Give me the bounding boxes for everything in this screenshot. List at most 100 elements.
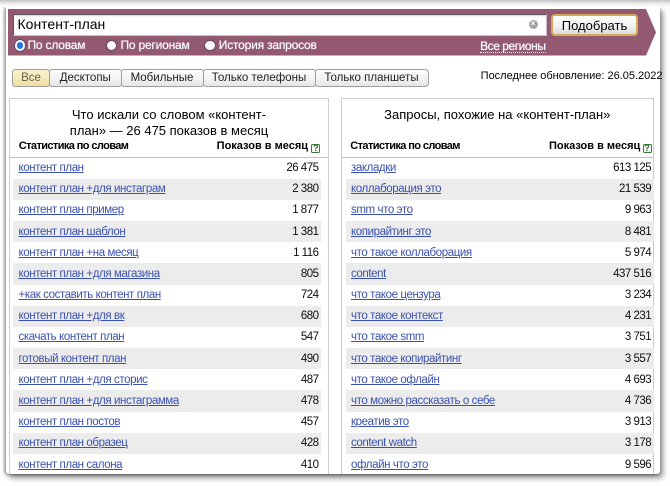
table-row: что такое цензура 3 234 (346, 285, 654, 306)
keyword-link[interactable]: что такое цензура (346, 289, 441, 301)
impressions-count: 2 380 (292, 183, 321, 195)
table-row: контент план пример 1 877 (13, 200, 321, 221)
radio-query-history[interactable] (205, 41, 215, 51)
keyword-link[interactable]: контент план +для инстаграмма (13, 395, 179, 407)
search-input[interactable] (13, 14, 548, 36)
table-row: +как составить контент план724 (13, 285, 321, 306)
search-header-bar: × Подобрать По словам По регионам Истори… (8, 9, 656, 56)
table-row: закладки 613 125 (346, 157, 654, 178)
table-row: что такое офлайн4 693 (346, 369, 654, 390)
impressions-count: 9 596 (625, 459, 654, 471)
column-header-keywords: Статистика по словам (350, 140, 460, 152)
keyword-table: закладки 613 125 коллаборация это 21 539 smm… (346, 157, 654, 474)
help-icon[interactable]: ? (643, 144, 652, 153)
all-regions-link[interactable]: Все регионы (480, 40, 545, 53)
keyword-link[interactable]: контент план +для сторис (13, 374, 147, 386)
impressions-count: 437 516 (613, 268, 654, 280)
column-header-impressions: Показов в месяц (549, 140, 640, 152)
search-mode-radios: По словам По регионам История запросов В… (8, 39, 656, 55)
radio-by-words[interactable] (15, 40, 26, 51)
keyword-link[interactable]: закладки (346, 162, 396, 174)
impressions-count: 3 178 (625, 437, 654, 449)
table-row: контент план салона 410 (13, 454, 321, 474)
keyword-link[interactable]: офлайн что это (346, 459, 428, 471)
tab-мобильные[interactable]: Мобильные (121, 69, 204, 87)
table-row: что такое контекст4 231 (346, 306, 654, 327)
keyword-link[interactable]: что такое smm (346, 331, 425, 343)
keyword-link[interactable]: что можно рассказать о себе (346, 395, 495, 407)
impressions-count: 1 381 (292, 226, 321, 238)
keyword-link[interactable]: контент план +для инстаграм (13, 183, 165, 195)
keyword-link[interactable]: контент план постов (13, 416, 120, 428)
table-row: контент план образец 428 (13, 433, 321, 454)
keyword-link[interactable]: контент план шаблон (13, 226, 125, 238)
table-row: контент план +для вк680 (13, 306, 321, 327)
radio-by-regions-label[interactable]: По регионам (121, 39, 190, 51)
table-row: контент план +на месяц 1 116 (13, 242, 321, 263)
keyword-link[interactable]: контент план образец (13, 437, 127, 449)
table-row: готовый контент план490 (13, 348, 321, 369)
keyword-link[interactable]: content (346, 268, 386, 280)
keyword-link[interactable]: контент план +для вк (13, 310, 124, 322)
impressions-count: 805 (301, 268, 321, 280)
keyword-link[interactable]: копирайтинг это (346, 226, 432, 238)
keyword-link[interactable]: content watch (346, 437, 417, 449)
impressions-count: 428 (301, 437, 321, 449)
impressions-count: 457 (301, 416, 321, 428)
table-row: контент план шаблон 1 381 (13, 221, 321, 242)
table-row: smm что это9 963 (346, 200, 654, 221)
panel-similar-queries: Запросы, похожие на «контент-план» Стати… (341, 98, 655, 474)
keyword-link[interactable]: контент план (13, 162, 84, 174)
impressions-count: 1 116 (293, 247, 321, 259)
keyword-link[interactable]: что такое копирайтинг (346, 353, 462, 365)
keyword-link[interactable]: что такое контекст (346, 310, 443, 322)
impressions-count: 3 234 (625, 289, 654, 301)
keyword-link[interactable]: коллаборация это (346, 183, 442, 195)
impressions-count: 4 736 (625, 395, 654, 407)
table-header: Статистика по словам Показов в месяц ? (342, 139, 654, 155)
impressions-count: 487 (301, 374, 321, 386)
panel-title: Запросы, похожие на «контент-план» (342, 107, 654, 123)
column-header-keywords: Статистика по словам (19, 140, 129, 152)
radio-by-words-label[interactable]: По словам (28, 39, 86, 51)
radio-query-history-label[interactable]: История запросов (219, 39, 317, 51)
radio-by-regions[interactable] (107, 41, 117, 51)
keyword-link[interactable]: креатив это (346, 416, 409, 428)
keyword-link[interactable]: +как составить контент план (13, 289, 161, 301)
table-header: Статистика по словам Показов в месяц ? (10, 139, 328, 155)
keyword-link[interactable]: что такое коллаборация (346, 247, 472, 259)
table-row: что такое копирайтинг3 557 (346, 348, 654, 369)
keyword-link[interactable]: что такое офлайн (346, 374, 440, 386)
tab-только-телефоны[interactable]: Только телефоны (203, 69, 316, 87)
keyword-link[interactable]: контент план пример (13, 204, 124, 216)
impressions-count: 8 481 (625, 226, 654, 238)
tab-все[interactable]: Все (12, 69, 50, 87)
table-row: офлайн что это 9 596 (346, 454, 654, 474)
impressions-count: 478 (301, 395, 321, 407)
panel-title: Что искали со словом «контент-план» — 26… (10, 107, 328, 139)
last-update-label: Последнее обновление: 26.05.2022 (363, 70, 663, 82)
table-row: контент план +для магазина 805 (13, 263, 321, 284)
impressions-count: 410 (301, 459, 321, 471)
help-icon[interactable]: ? (311, 144, 320, 153)
table-row: что такое smm3 751 (346, 327, 654, 348)
keyword-link[interactable]: готовый контент план (13, 353, 126, 365)
tab-десктопы[interactable]: Десктопы (49, 69, 122, 87)
keyword-link[interactable]: контент план салона (13, 459, 122, 471)
impressions-count: 21 539 (619, 183, 654, 195)
table-row: что такое коллаборация5 974 (346, 242, 654, 263)
impressions-count: 547 (301, 331, 321, 343)
impressions-count: 613 125 (613, 162, 654, 174)
table-row: копирайтинг это 8 481 (346, 221, 654, 242)
impressions-count: 26 475 (286, 162, 321, 174)
keyword-link[interactable]: smm что это (346, 204, 413, 216)
top-crop-shadow (0, 0, 670, 7)
keyword-link[interactable]: контент план +для магазина (13, 268, 160, 280)
submit-button[interactable]: Подобрать (551, 14, 638, 36)
keyword-link[interactable]: скачать контент план (13, 331, 124, 343)
clear-input-icon[interactable]: × (529, 20, 538, 29)
keyword-link[interactable]: контент план +на месяц (13, 247, 138, 259)
table-row: что можно рассказать о себе 4 736 (346, 390, 654, 411)
keyword-table: контент план 26 475 контент план +для инст… (13, 157, 321, 474)
impressions-count: 1 877 (292, 204, 321, 216)
